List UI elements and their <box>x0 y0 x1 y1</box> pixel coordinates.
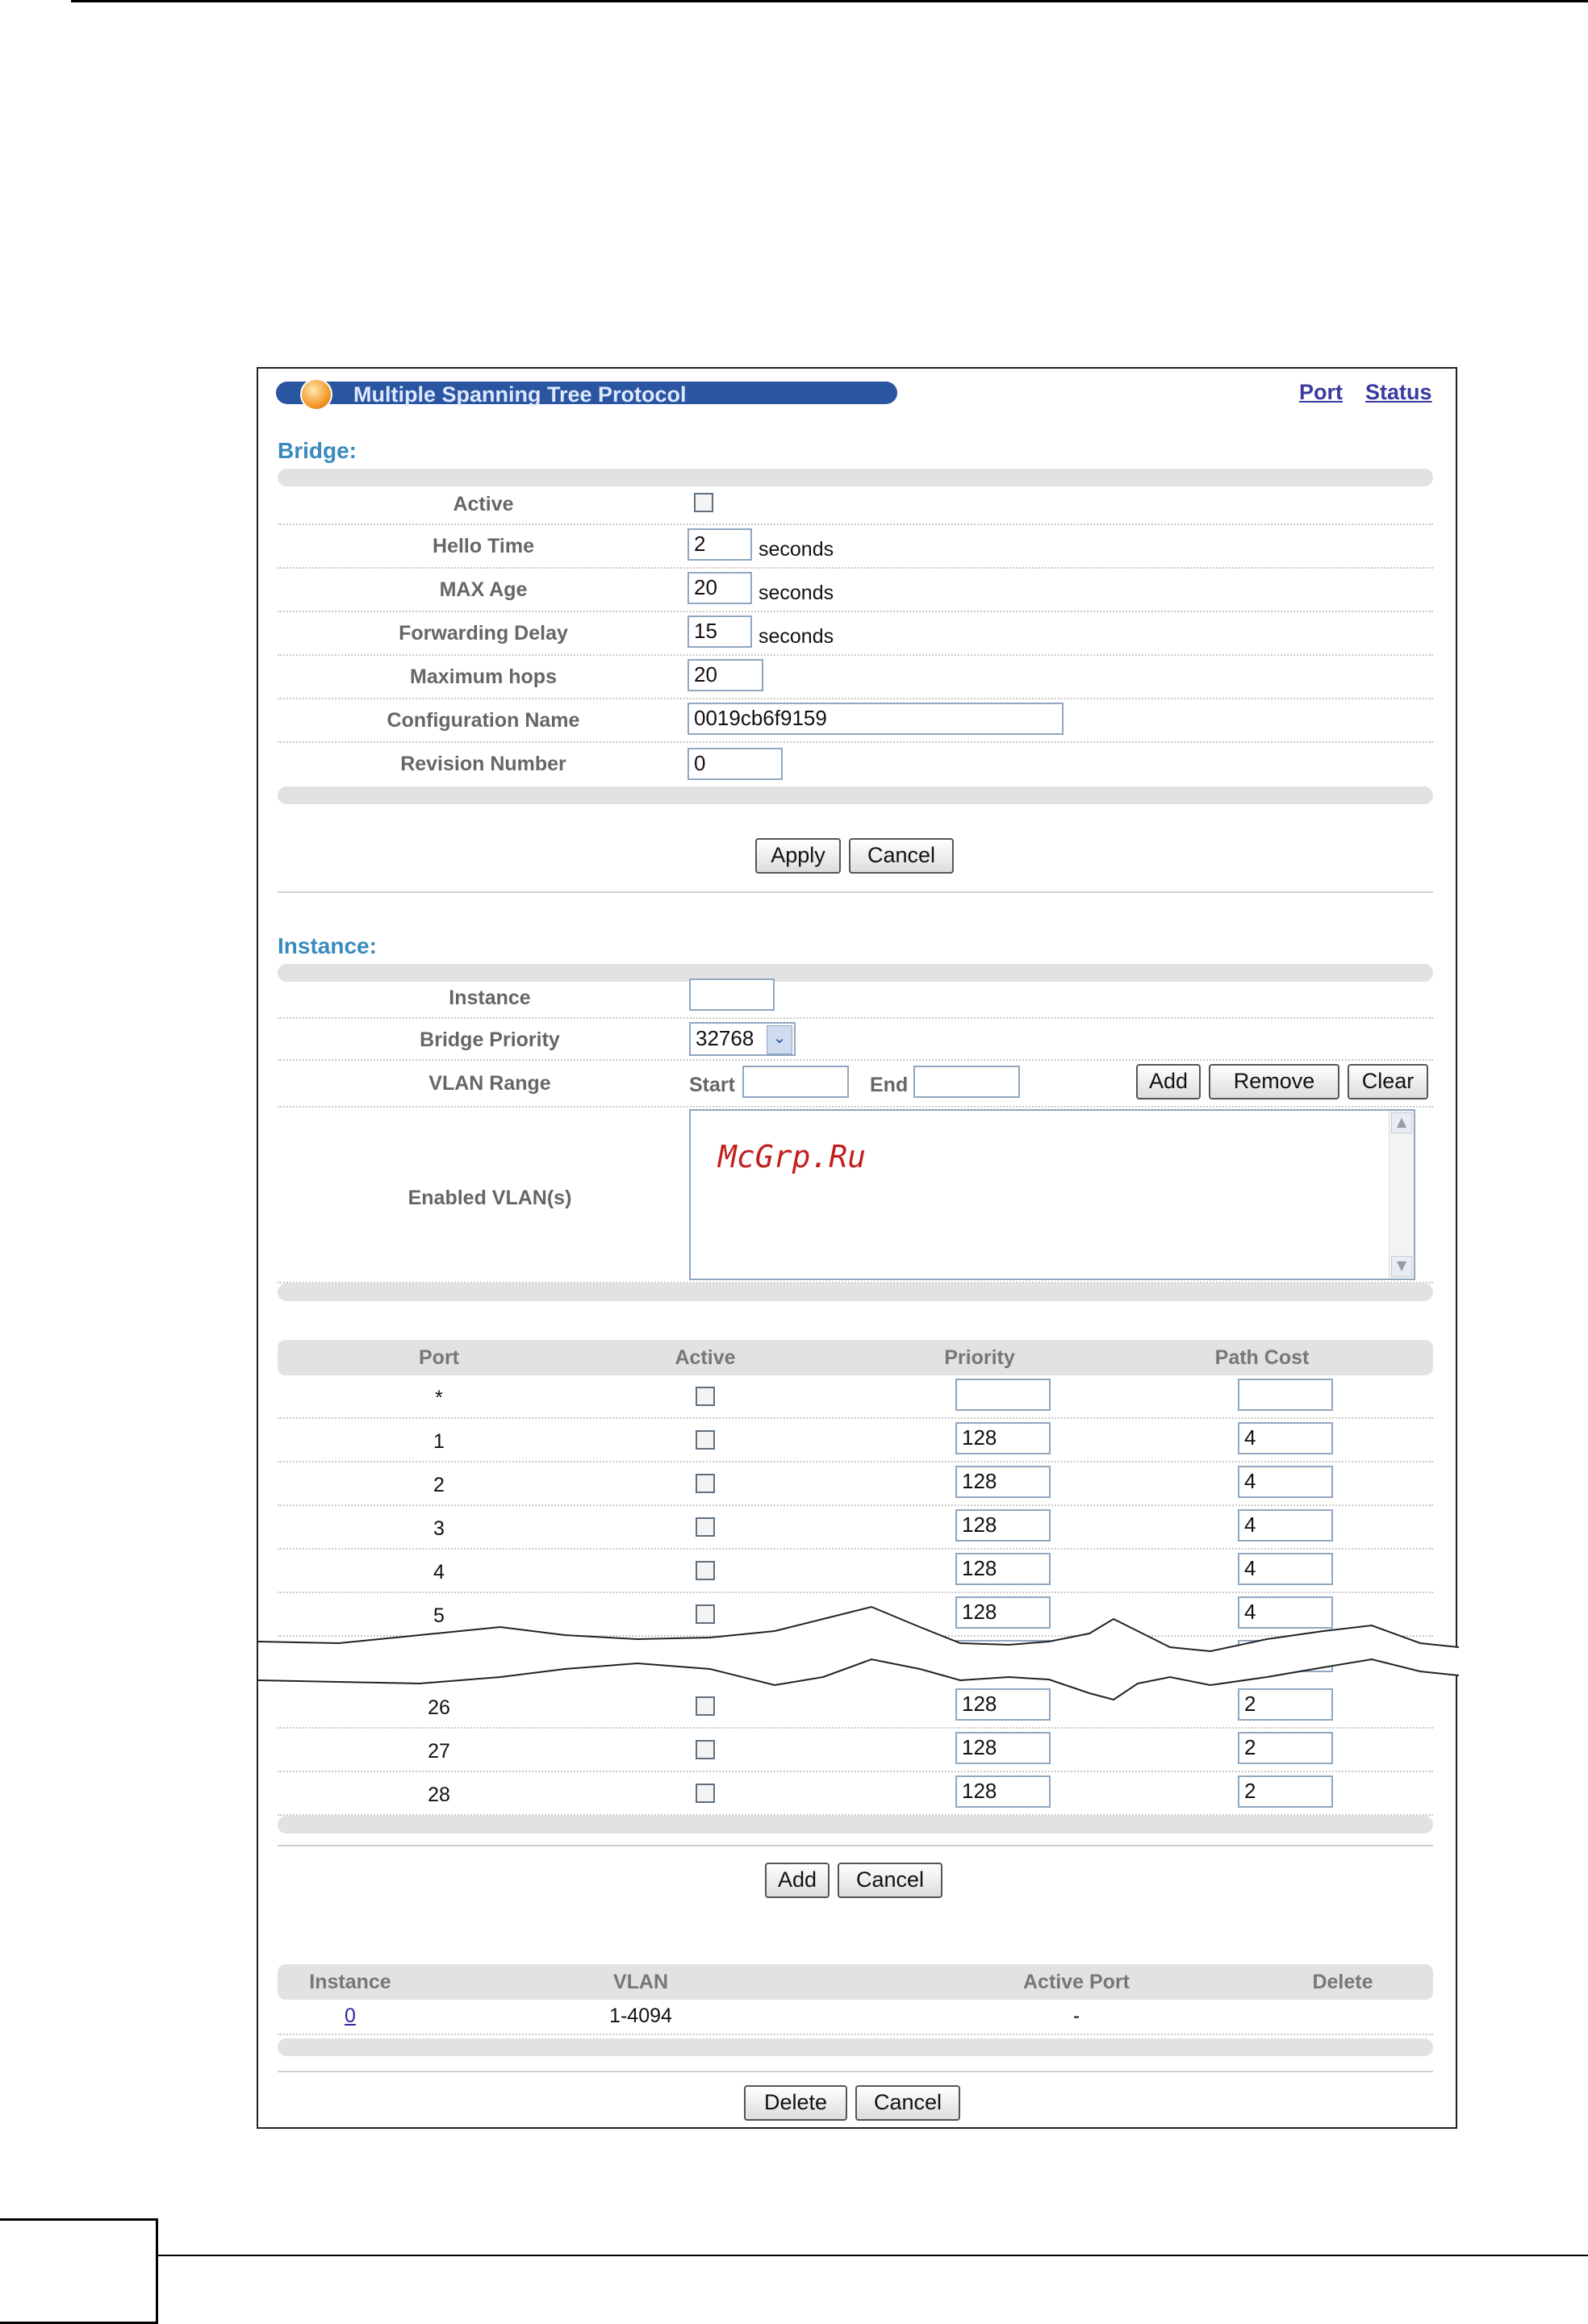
watermark: McGrp.Ru <box>718 1139 867 1175</box>
active-port-cell: - <box>1072 2005 1080 2027</box>
tear-gap <box>258 1607 1459 1700</box>
footer-rule <box>158 2255 1588 2256</box>
port-cancel-button[interactable]: Cancel <box>838 1863 942 1898</box>
divider <box>278 2071 1433 2072</box>
instance-table-foot <box>278 2038 1433 2056</box>
top-rule <box>71 0 1588 2</box>
col-delete: Delete <box>1312 1971 1373 1993</box>
col-instance: Instance <box>309 1971 391 1993</box>
mstp-screen: Multiple Spanning Tree Protocol Port Sta… <box>257 367 1459 2129</box>
instance-link[interactable]: 0 <box>318 2005 382 2028</box>
col-vlan: VLAN <box>612 1971 669 1993</box>
delete-button[interactable]: Delete <box>744 2085 847 2121</box>
instance-table-header: Instance VLAN Active Port Delete <box>278 1964 1433 2000</box>
vlan-cell: 1-4094 <box>609 2005 672 2027</box>
instance-cancel-button[interactable]: Cancel <box>855 2085 960 2121</box>
table-row: 0 1-4094 - <box>278 2001 1433 2035</box>
port-add-button[interactable]: Add <box>765 1863 830 1898</box>
divider <box>278 1845 1433 1846</box>
page-number-box <box>0 2218 158 2324</box>
col-active-port: Active Port <box>1023 1971 1130 1993</box>
